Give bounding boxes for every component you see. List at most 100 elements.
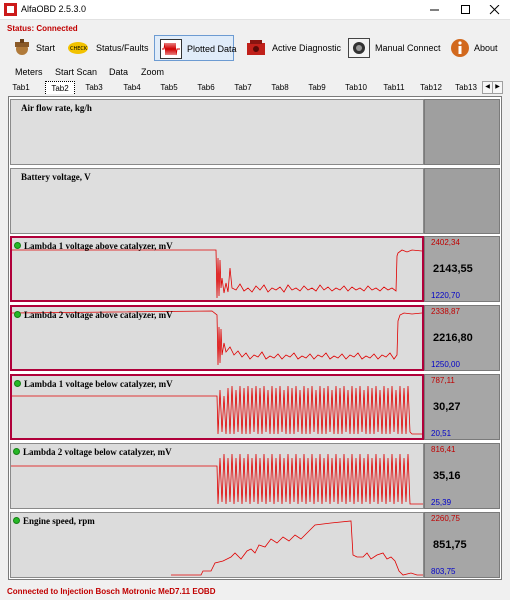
minimize-icon bbox=[430, 9, 439, 11]
value-panel: 787,11 30,27 20,51 bbox=[424, 374, 500, 440]
close-button[interactable] bbox=[480, 0, 510, 20]
max-value: 787,11 bbox=[431, 376, 455, 385]
tab-3[interactable]: Tab3 bbox=[79, 81, 109, 94]
chart-title: Lambda 2 voltage above catalyzer, mV bbox=[24, 310, 173, 320]
value-panel: 816,41 35,16 25,39 bbox=[424, 443, 500, 509]
min-value: 20,51 bbox=[431, 429, 452, 438]
minimize-button[interactable] bbox=[420, 0, 450, 20]
value-panel: 2338,87 2216,80 1250,00 bbox=[424, 305, 500, 371]
close-icon bbox=[489, 5, 500, 15]
tab-6[interactable]: Tab6 bbox=[191, 81, 221, 94]
status-bar: Connected to Injection Bosch Motronic Me… bbox=[0, 582, 510, 600]
plot-area[interactable]: Air flow rate, kg/h bbox=[10, 99, 424, 165]
title-bar: AlfaOBD 2.5.3.0 bbox=[0, 0, 510, 20]
menu-meters[interactable]: Meters bbox=[15, 67, 43, 77]
plot-area[interactable]: Battery voltage, V bbox=[10, 168, 424, 234]
alfaobd-logo-icon bbox=[4, 3, 17, 16]
tab-13[interactable]: Tab13 bbox=[451, 81, 481, 94]
window-title: AlfaOBD 2.5.3.0 bbox=[21, 4, 87, 14]
min-value: 1220,70 bbox=[431, 291, 460, 300]
active-indicator-icon bbox=[14, 380, 21, 387]
chart-row-lambda1-above: Lambda 1 voltage above catalyzer, mV 240… bbox=[10, 236, 500, 302]
chart-row-lambda2-above: Lambda 2 voltage above catalyzer, mV 233… bbox=[10, 305, 500, 371]
waveform-icon bbox=[160, 39, 182, 59]
value-panel: 2260,75 851,75 803,75 bbox=[424, 512, 500, 578]
tab-9[interactable]: Tab9 bbox=[302, 81, 332, 94]
about-button[interactable]: About bbox=[444, 35, 502, 61]
toolbar: Start CHECK Status/Faults Plotted Data A… bbox=[0, 33, 510, 63]
max-value: 2338,87 bbox=[431, 307, 460, 316]
tab-scroll-right-button[interactable]: ▶ bbox=[492, 81, 503, 94]
tab-2[interactable]: Tab2 bbox=[45, 81, 75, 94]
info-icon bbox=[451, 39, 469, 57]
connection-info: Connected to Injection Bosch Motronic Me… bbox=[7, 587, 216, 596]
maximize-button[interactable] bbox=[451, 0, 481, 20]
max-value: 2260,75 bbox=[431, 514, 460, 523]
active-diagnostic-label: Active Diagnostic bbox=[272, 43, 342, 53]
current-value: 2216,80 bbox=[433, 332, 473, 344]
maximize-icon bbox=[461, 5, 470, 14]
chart-title: Engine speed, rpm bbox=[23, 516, 95, 526]
tab-1[interactable]: Tab1 bbox=[6, 81, 36, 94]
chart-row-lambda1-below: Lambda 1 voltage below catalyzer, mV 787… bbox=[10, 374, 500, 440]
menu-start-scan[interactable]: Start Scan bbox=[55, 67, 97, 77]
chart-title: Air flow rate, kg/h bbox=[21, 103, 92, 113]
status-faults-button[interactable]: CHECK Status/Faults bbox=[62, 35, 150, 61]
start-button[interactable]: Start bbox=[6, 35, 61, 61]
tab-5[interactable]: Tab5 bbox=[154, 81, 184, 94]
menu-data[interactable]: Data bbox=[109, 67, 128, 77]
chart-row-lambda2-below: Lambda 2 voltage below catalyzer, mV 816… bbox=[10, 443, 500, 509]
plot-area[interactable]: Lambda 2 voltage above catalyzer, mV bbox=[10, 305, 424, 371]
current-value: 30,27 bbox=[433, 401, 461, 413]
tab-7[interactable]: Tab7 bbox=[228, 81, 258, 94]
tab-10[interactable]: Tab10 bbox=[339, 81, 373, 94]
plotted-data-panel: Air flow rate, kg/h Battery voltage, V L… bbox=[8, 96, 502, 580]
plot-area[interactable]: Lambda 2 voltage below catalyzer, mV bbox=[10, 443, 424, 509]
engine-icon bbox=[15, 39, 29, 55]
plotted-data-label: Plotted Data bbox=[187, 44, 237, 54]
chart-row-air-flow: Air flow rate, kg/h bbox=[10, 99, 500, 165]
plot-area[interactable]: Lambda 1 voltage below catalyzer, mV bbox=[10, 374, 424, 440]
active-indicator-icon bbox=[14, 242, 21, 249]
min-value: 25,39 bbox=[431, 498, 452, 507]
current-value: 2143,55 bbox=[433, 263, 473, 275]
menu-bar: Meters Start Scan Data Zoom bbox=[0, 66, 510, 79]
max-value: 816,41 bbox=[431, 445, 456, 454]
plot-area[interactable]: Lambda 1 voltage above catalyzer, mV bbox=[10, 236, 424, 302]
tab-8[interactable]: Tab8 bbox=[265, 81, 295, 94]
manual-connect-label: Manual Connect bbox=[375, 43, 441, 53]
tab-strip: Tab1 Tab2 Tab3 Tab4 Tab5 Tab6 Tab7 Tab8 … bbox=[0, 79, 510, 95]
connection-status: Status: Connected bbox=[7, 24, 78, 33]
obd-connector-icon bbox=[348, 38, 370, 58]
menu-zoom[interactable]: Zoom bbox=[141, 67, 164, 77]
plotted-data-button[interactable]: Plotted Data bbox=[154, 35, 237, 61]
chart-title: Lambda 2 voltage below catalyzer, mV bbox=[23, 447, 172, 457]
min-value: 803,75 bbox=[431, 567, 456, 576]
tab-12[interactable]: Tab12 bbox=[414, 81, 448, 94]
engine-block-icon bbox=[247, 40, 265, 55]
chart-title: Lambda 1 voltage above catalyzer, mV bbox=[24, 241, 173, 251]
max-value: 2402,34 bbox=[431, 238, 460, 247]
value-panel: 2402,34 2143,55 1220,70 bbox=[424, 236, 500, 302]
active-diagnostic-button[interactable]: Active Diagnostic bbox=[240, 35, 342, 61]
chart-row-engine-speed: Engine speed, rpm 2260,75 851,75 803,75 bbox=[10, 512, 500, 578]
value-panel bbox=[424, 168, 500, 234]
value-panel bbox=[424, 99, 500, 165]
tab-11[interactable]: Tab11 bbox=[377, 81, 411, 94]
plot-area[interactable]: Engine speed, rpm bbox=[10, 512, 424, 578]
current-value: 35,16 bbox=[433, 470, 461, 482]
start-label: Start bbox=[36, 43, 56, 53]
manual-connect-button[interactable]: Manual Connect bbox=[343, 35, 441, 61]
tab-4[interactable]: Tab4 bbox=[117, 81, 147, 94]
chart-row-battery-voltage: Battery voltage, V bbox=[10, 168, 500, 234]
active-indicator-icon bbox=[13, 517, 20, 524]
min-value: 1250,00 bbox=[431, 360, 460, 369]
active-indicator-icon bbox=[13, 448, 20, 455]
svg-text:CHECK: CHECK bbox=[70, 46, 88, 52]
check-engine-icon: CHECK bbox=[68, 42, 88, 54]
status-faults-label: Status/Faults bbox=[96, 43, 149, 53]
active-indicator-icon bbox=[14, 311, 21, 318]
chart-title: Battery voltage, V bbox=[21, 172, 91, 182]
about-label: About bbox=[474, 43, 498, 53]
current-value: 851,75 bbox=[433, 539, 467, 551]
